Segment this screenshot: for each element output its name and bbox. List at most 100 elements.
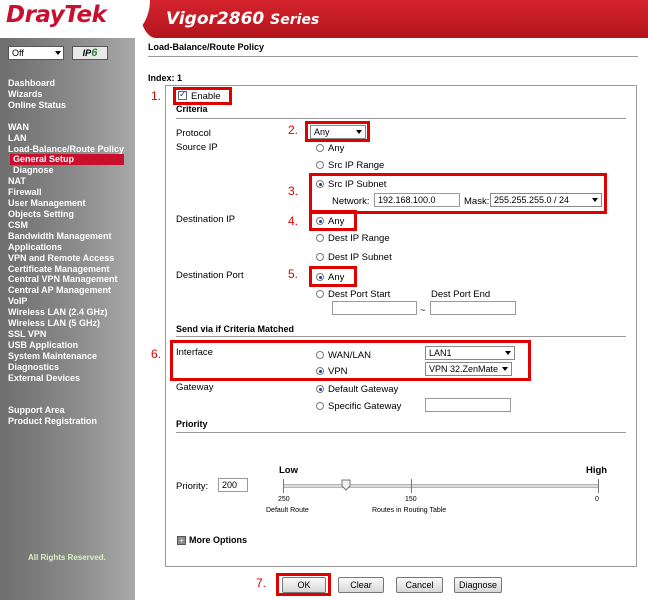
dest-ip-label: Destination IP — [176, 214, 236, 225]
sidebar-item-diagnose[interactable]: Diagnose — [8, 165, 134, 176]
tick-label-150: 150 — [405, 496, 417, 503]
annotation-number-2: 2. — [288, 123, 299, 137]
sidebar-item-user-management[interactable]: User Management — [8, 198, 134, 209]
gateway-label: Gateway — [176, 382, 214, 393]
ipv6-button[interactable]: IP6 — [72, 46, 108, 60]
index-label: Index: 1 — [148, 73, 183, 83]
sidebar-menu: Dashboard Wizards Online Status WAN LAN Load-… — [8, 78, 134, 427]
more-options-label: More Options — [189, 535, 247, 545]
specific-gateway-label: Specific Gateway — [328, 401, 402, 412]
diagnose-button[interactable]: Diagnose — [454, 577, 502, 593]
dest-subnet-radio[interactable] — [316, 253, 324, 261]
page-title: Load-Balance/Route Policy — [148, 42, 265, 52]
dest-range-label: Dest IP Range — [328, 233, 390, 244]
sidebar-item-external-devices[interactable]: External Devices — [8, 373, 134, 384]
sidebar-item-central-vpn-management[interactable]: Central VPN Management — [8, 274, 134, 285]
priority-input[interactable]: 200 — [218, 478, 248, 492]
annotation-box-1 — [173, 87, 232, 105]
priority-slider-track[interactable] — [283, 484, 599, 488]
sidebar: Off IP6 Dashboard Wizards Online Status WAN… — [0, 38, 135, 600]
port-separator: ~ — [420, 305, 426, 316]
dest-subnet-option[interactable]: Dest IP Subnet — [316, 252, 392, 263]
sidebar-item-nat[interactable]: NAT — [8, 176, 134, 187]
sidebar-item-load-balance-route-policy[interactable]: Load-Balance/Route Policy — [8, 144, 134, 155]
src-any-option[interactable]: Any — [316, 143, 344, 154]
sidebar-item-online-status[interactable]: Online Status — [8, 100, 134, 111]
slider-tick-150 — [411, 479, 412, 493]
model-label: Vigor2860 — [166, 9, 265, 29]
sidebar-item-wireless-lan-5-ghz[interactable]: Wireless LAN (5 GHz) — [8, 318, 134, 329]
annotation-number-6: 6. — [151, 347, 162, 361]
priority-label: Priority: — [176, 481, 209, 492]
sidebar-item-firewall[interactable]: Firewall — [8, 187, 134, 198]
annotation-number-5: 5. — [288, 267, 299, 281]
sidebar-item-wan[interactable]: WAN — [8, 122, 134, 133]
sidebar-item-diagnostics[interactable]: Diagnostics — [8, 362, 134, 373]
port-start-radio[interactable] — [316, 290, 324, 298]
criteria-divider — [176, 118, 626, 119]
protocol-label: Protocol — [176, 128, 211, 139]
specific-gateway-radio[interactable] — [316, 402, 324, 410]
src-range-radio[interactable] — [316, 161, 324, 169]
sidebar-item-objects-setting[interactable]: Objects Setting — [8, 209, 134, 220]
src-any-label: Any — [328, 143, 345, 154]
port-start-option[interactable]: Dest Port Start — [316, 289, 390, 300]
clear-button[interactable]: Clear — [338, 577, 384, 593]
tick-label-250: 250 — [278, 496, 290, 503]
src-any-radio[interactable] — [316, 144, 324, 152]
port-start-label: Dest Port Start — [328, 289, 391, 300]
model-banner: Vigor2860 Series — [120, 0, 648, 38]
priority-header: Priority — [176, 419, 208, 429]
default-gateway-option[interactable]: Default Gateway — [316, 384, 398, 395]
default-gateway-radio[interactable] — [316, 385, 324, 393]
specific-gateway-input[interactable] — [425, 398, 511, 412]
sidebar-item-product-registration[interactable]: Product Registration — [8, 416, 134, 427]
sidebar-item-voip[interactable]: VoIP — [8, 296, 134, 307]
dest-range-radio[interactable] — [316, 234, 324, 242]
port-end-input[interactable] — [430, 301, 516, 315]
plus-icon: + — [177, 536, 186, 545]
dest-range-option[interactable]: Dest IP Range — [316, 233, 390, 244]
more-options-toggle[interactable]: + More Options — [177, 535, 247, 546]
sidebar-item-lan[interactable]: LAN — [8, 133, 134, 144]
sidebar-item-certificate-management[interactable]: Certificate Management — [8, 264, 134, 275]
priority-slider-thumb[interactable] — [341, 479, 351, 491]
sidebar-item-general-setup[interactable]: General Setup — [10, 154, 124, 166]
send-via-divider — [176, 336, 626, 337]
specific-gateway-option[interactable]: Specific Gateway — [316, 401, 401, 412]
model-name: Vigor2860 Series — [166, 9, 319, 29]
cancel-button[interactable]: Cancel — [396, 577, 443, 593]
port-start-input[interactable] — [332, 301, 417, 315]
priority-divider — [176, 432, 626, 433]
default-route-label: Default Route — [266, 507, 309, 514]
annotation-number-7: 7. — [256, 576, 267, 590]
sidebar-item-wizards[interactable]: Wizards — [8, 89, 134, 100]
src-range-option[interactable]: Src IP Range — [316, 160, 384, 171]
sidebar-item-applications[interactable]: Applications — [8, 242, 134, 253]
mode-select[interactable]: Off — [8, 46, 64, 60]
annotation-box-4 — [309, 210, 357, 231]
sidebar-item-dashboard[interactable]: Dashboard — [8, 78, 134, 89]
dest-port-label: Destination Port — [176, 270, 244, 281]
sidebar-item-csm[interactable]: CSM — [8, 220, 134, 231]
annotation-box-5 — [309, 266, 357, 287]
sidebar-item-support-area[interactable]: Support Area — [8, 405, 134, 416]
rights-text: All Rights Reserved. — [28, 553, 106, 562]
sidebar-item-bandwidth-management[interactable]: Bandwidth Management — [8, 231, 134, 242]
sidebar-item-vpn-and-remote-access[interactable]: VPN and Remote Access — [8, 253, 134, 264]
priority-low-label: Low — [279, 465, 298, 476]
sidebar-item-central-ap-management[interactable]: Central AP Management — [8, 285, 134, 296]
sidebar-item-ssl-vpn[interactable]: SSL VPN — [8, 329, 134, 340]
criteria-header: Criteria — [176, 104, 208, 114]
sidebar-item-system-maintenance[interactable]: System Maintenance — [8, 351, 134, 362]
tick-label-0: 0 — [595, 496, 599, 503]
draytek-logo: DrayTek — [6, 2, 107, 28]
default-gateway-label: Default Gateway — [328, 384, 399, 395]
annotation-box-6 — [170, 340, 531, 381]
sidebar-item-usb-application[interactable]: USB Application — [8, 340, 134, 351]
annotation-number-3: 3. — [288, 184, 299, 198]
send-via-header: Send via if Criteria Matched — [176, 324, 295, 334]
annotation-box-3 — [309, 173, 607, 214]
sidebar-item-wireless-lan-2-4-ghz[interactable]: Wireless LAN (2.4 GHz) — [8, 307, 134, 318]
annotation-box-7 — [276, 573, 331, 596]
